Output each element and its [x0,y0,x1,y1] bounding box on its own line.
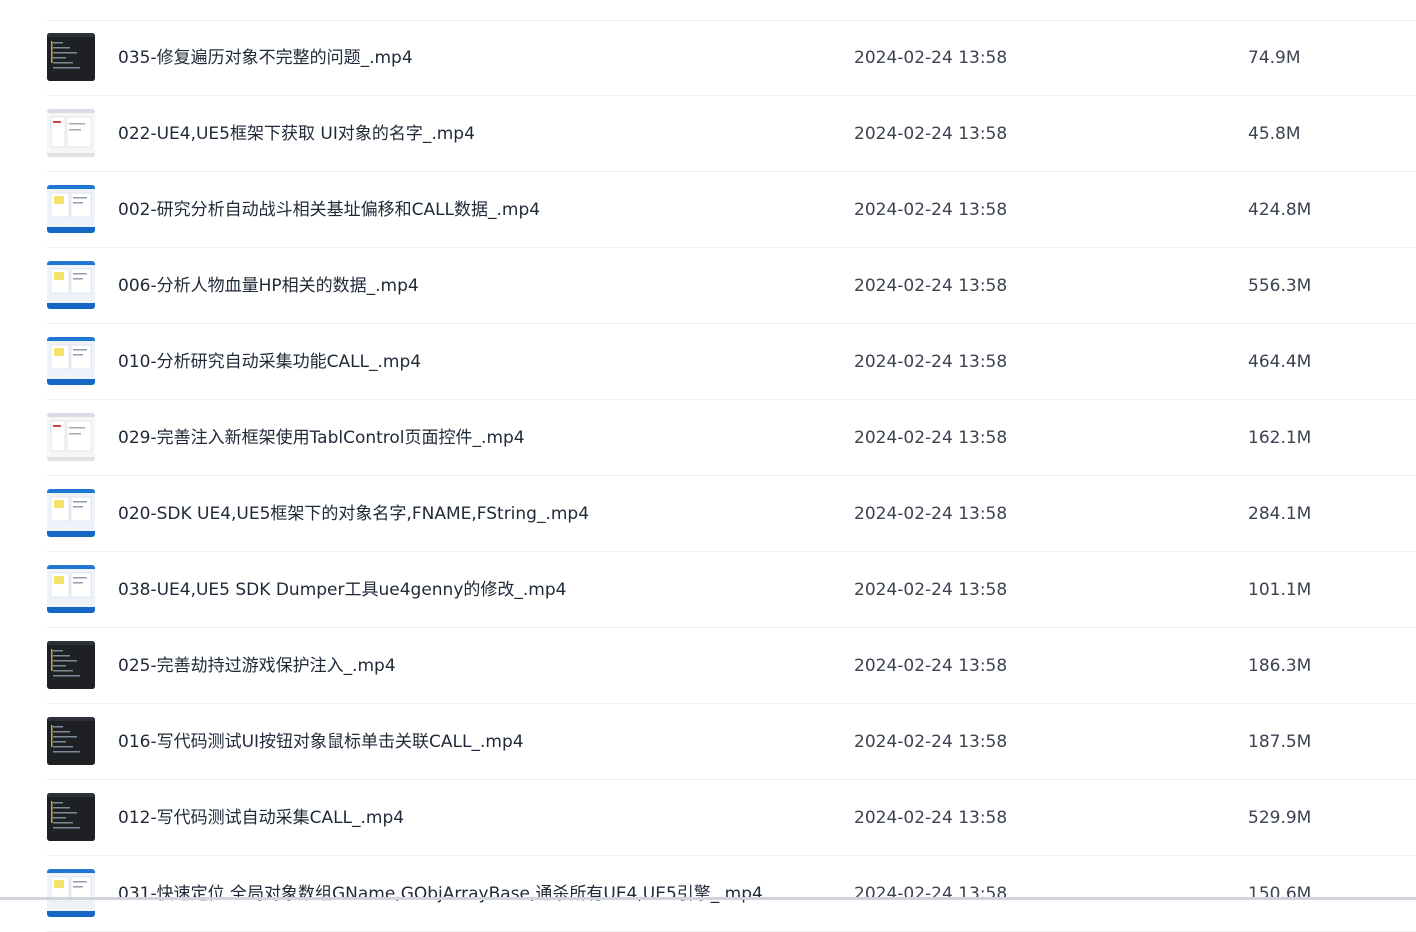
file-row[interactable]: 035-修复遍历对象不完整的问题_.mp4 2024-02-24 13:58 74.… [0,20,1416,96]
file-date: 2024-02-24 13:58 [854,580,1008,600]
video-thumbnail-icon[interactable] [47,109,95,157]
file-date: 2024-02-24 13:58 [854,808,1008,828]
file-row[interactable]: 038-UE4,UE5 SDK Dumper工具ue4genny的修改_.mp4… [0,552,1416,628]
file-size: 162.1M [1248,428,1312,448]
file-date: 2024-02-24 13:58 [854,732,1008,752]
file-size: 187.5M [1248,732,1312,752]
file-date: 2024-02-24 13:58 [854,276,1008,296]
file-row[interactable]: 020-SDK UE4,UE5框架下的对象名字,FNAME,FString_.m… [0,476,1416,552]
file-date: 2024-02-24 13:58 [854,428,1008,448]
file-date: 2024-02-24 13:58 [854,200,1008,220]
video-thumbnail-icon[interactable] [47,869,95,917]
file-size: 186.3M [1248,656,1312,676]
file-date: 2024-02-24 13:58 [854,504,1008,524]
video-thumbnail-icon[interactable] [47,261,95,309]
file-date: 2024-02-24 13:58 [854,656,1008,676]
video-thumbnail-icon[interactable] [47,793,95,841]
file-date: 2024-02-24 13:58 [854,48,1008,68]
file-name-link[interactable]: 029-完善注入新框架使用TablControl页面控件_.mp4 [118,400,525,476]
file-size: 74.9M [1248,48,1301,68]
file-row[interactable]: 031-快速定位 全局对象数组GName,GObjArrayBase,通杀所有U… [0,856,1416,932]
video-thumbnail-icon[interactable] [47,565,95,613]
file-size: 284.1M [1248,504,1312,524]
file-row[interactable]: 016-写代码测试UI按钮对象鼠标单击关联CALL_.mp4 2024-02-24… [0,704,1416,780]
file-name-link[interactable]: 016-写代码测试UI按钮对象鼠标单击关联CALL_.mp4 [118,704,524,780]
file-row[interactable]: 012-写代码测试自动采集CALL_.mp4 2024-02-24 13:58 52… [0,780,1416,856]
file-date: 2024-02-24 13:58 [854,352,1008,372]
file-name-link[interactable]: 002-研究分析自动战斗相关基址偏移和CALL数据_.mp4 [118,172,540,248]
file-name-link[interactable]: 012-写代码测试自动采集CALL_.mp4 [118,780,404,856]
file-name-link[interactable]: 022-UE4,UE5框架下获取 UI对象的名字_.mp4 [118,96,475,172]
file-name-link[interactable]: 020-SDK UE4,UE5框架下的对象名字,FNAME,FString_.m… [118,476,589,552]
video-thumbnail-icon[interactable] [47,641,95,689]
file-size: 464.4M [1248,352,1312,372]
file-name-link[interactable]: 010-分析研究自动采集功能CALL_.mp4 [118,324,421,400]
file-row[interactable]: 025-完善劫持过游戏保护注入_.mp4 2024-02-24 13:58 186.… [0,628,1416,704]
video-thumbnail-icon[interactable] [47,413,95,461]
file-name-link[interactable]: 006-分析人物血量HP相关的数据_.mp4 [118,248,419,324]
file-size: 150.6M [1248,884,1312,904]
file-date: 2024-02-24 13:58 [854,124,1008,144]
file-name-link[interactable]: 025-完善劫持过游戏保护注入_.mp4 [118,628,396,704]
file-size: 101.1M [1248,580,1312,600]
video-thumbnail-icon[interactable] [47,337,95,385]
file-size: 556.3M [1248,276,1312,296]
file-name-link[interactable]: 035-修复遍历对象不完整的问题_.mp4 [118,20,413,96]
file-row[interactable]: 029-完善注入新框架使用TablControl页面控件_.mp4 2024-02… [0,400,1416,476]
file-date: 2024-02-24 13:58 [854,884,1008,904]
video-thumbnail-icon[interactable] [47,33,95,81]
file-row[interactable]: 006-分析人物血量HP相关的数据_.mp4 2024-02-24 13:58 55… [0,248,1416,324]
video-thumbnail-icon[interactable] [47,489,95,537]
file-name-link[interactable]: 031-快速定位 全局对象数组GName,GObjArrayBase,通杀所有U… [118,856,763,932]
file-row[interactable]: 022-UE4,UE5框架下获取 UI对象的名字_.mp4 2024-02-24 … [0,96,1416,172]
file-size: 45.8M [1248,124,1301,144]
file-row[interactable]: 010-分析研究自动采集功能CALL_.mp4 2024-02-24 13:58 4… [0,324,1416,400]
file-name-link[interactable]: 038-UE4,UE5 SDK Dumper工具ue4genny的修改_.mp4 [118,552,566,628]
file-size: 424.8M [1248,200,1312,220]
file-size: 529.9M [1248,808,1312,828]
file-row[interactable]: 002-研究分析自动战斗相关基址偏移和CALL数据_.mp4 2024-02-24… [0,172,1416,248]
video-thumbnail-icon[interactable] [47,717,95,765]
video-thumbnail-icon[interactable] [47,185,95,233]
